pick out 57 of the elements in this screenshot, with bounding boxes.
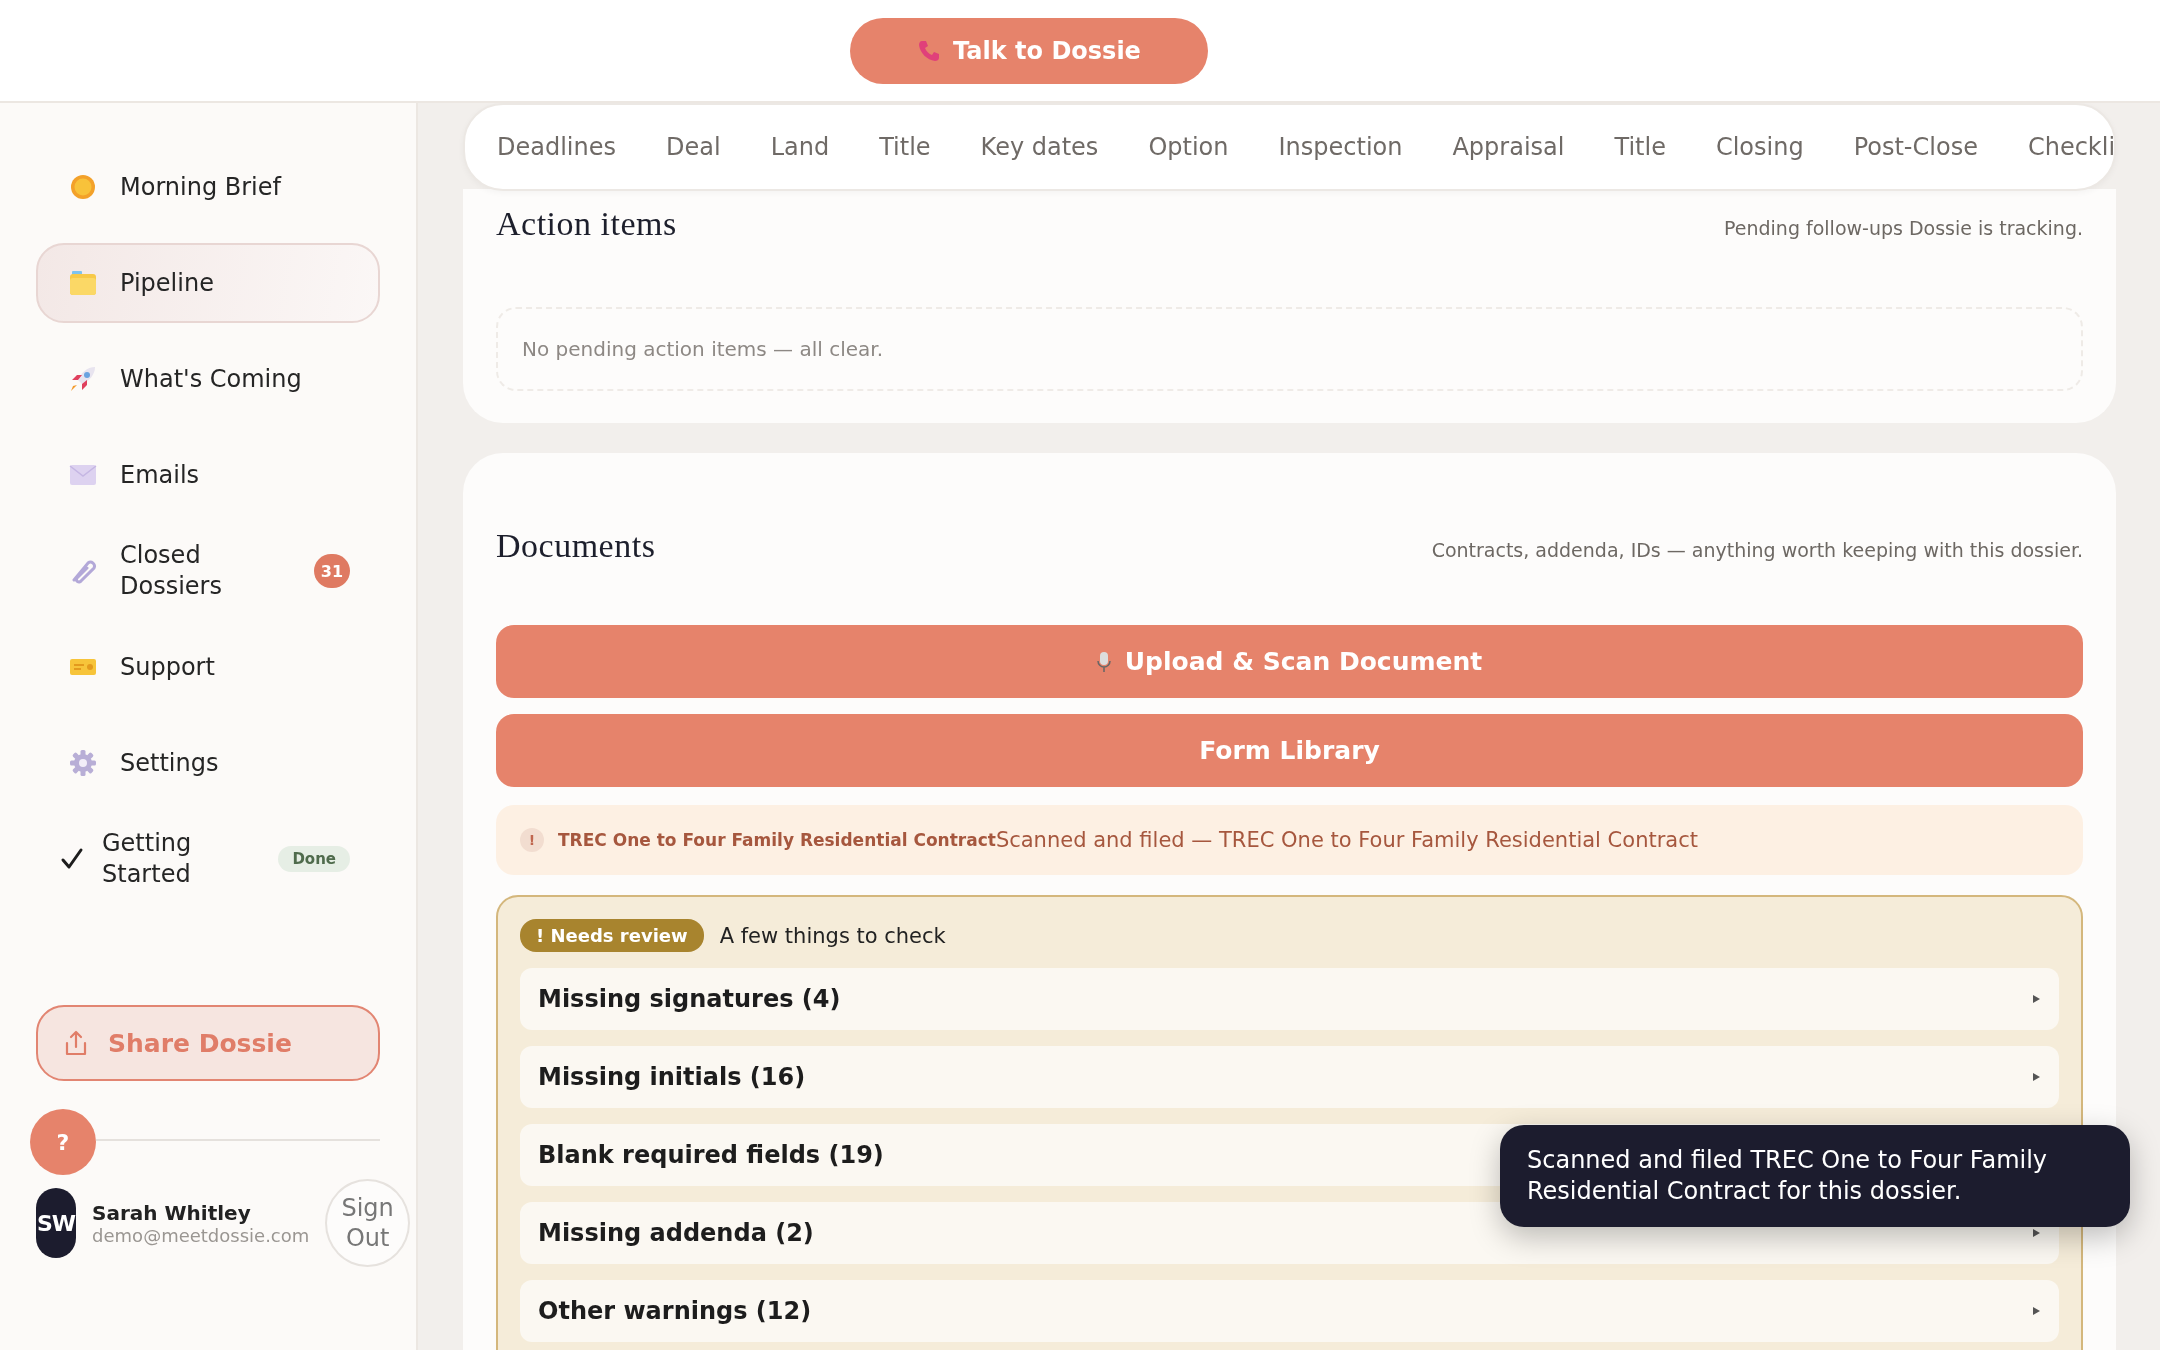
sun-icon [69,173,97,201]
document-name: TREC One to Four Family Residential Contract [558,830,996,850]
section-tab[interactable]: Deal [666,133,721,161]
section-subtitle: Pending follow-ups Dossie is tracking. [1724,217,2083,239]
notice-message: Scanned and filed — TREC One to Four Family Residential Contract [995,828,1698,852]
count-badge: 31 [314,554,350,588]
status-tag: Done [278,846,350,872]
section-tab[interactable]: Title [879,133,931,161]
section-title: Documents [496,527,656,565]
sign-out-button[interactable]: Sign Out [325,1179,410,1267]
review-row[interactable]: Missing signatures (4) [520,968,2059,1030]
alert-icon: ! [520,828,544,852]
section-tab[interactable]: Checkli [2027,133,2114,161]
review-title: A few things to check [719,923,946,948]
help-button[interactable]: ? [30,1109,96,1175]
form-library-button[interactable]: Form Library [496,714,2083,787]
caret-icon [2031,994,2041,1004]
user-name: Sarah Whitley [92,1200,252,1225]
upload-button[interactable]: Upload & Scan Document [496,625,2083,698]
sidebar-item[interactable]: Settings [36,723,380,803]
empty-message: No pending action items — all clear. [496,307,2083,391]
section-tab[interactable]: Closing [1715,133,1804,161]
phone-icon [917,38,942,63]
sidebar-item[interactable]: Morning Brief [36,147,380,227]
section-subtitle: Contracts, addenda, IDs — anything worth keeping with this dossier. [1431,539,2083,561]
checkmark-icon [60,847,84,871]
caret-icon [2031,1306,2041,1316]
caret-icon [2031,1072,2041,1082]
review-row[interactable]: Missing initials (16) [520,1046,2059,1108]
sidebar-item[interactable]: Support [36,627,380,707]
review-badge: ! Needs review [520,919,704,952]
share-icon [64,1030,88,1056]
microphone-icon [1096,650,1111,673]
user-avatar: SW [36,1188,77,1258]
talk-button[interactable]: Talk to Dossie [850,17,1208,84]
section-tab[interactable]: Appraisal [1452,133,1565,161]
section-tab[interactable]: Land [770,133,830,161]
sidebar-item[interactable]: Pipeline [36,243,380,323]
sidebar-item[interactable]: Getting Started Done [36,819,380,899]
scan-toast: Scanned and filed TREC One to Four Family Residential Contract for this dossier. [1500,1125,2130,1227]
section-tab[interactable]: Post-Close [1853,133,1978,161]
user-email: demo@meetdossie.com [92,1224,310,1246]
review-row[interactable]: Other warnings (12) [520,1280,2059,1342]
section-tab[interactable]: Key dates [980,133,1099,161]
section-title: Action items [496,205,677,243]
gear-icon [69,749,97,777]
rocket-icon [69,365,97,393]
folder-icon [69,270,97,296]
envelope-icon [69,464,97,486]
ticket-icon [69,657,97,677]
sidebar-item[interactable]: Closed Dossiers 31 [36,531,380,611]
section-tab[interactable]: Title [1614,133,1666,161]
sidebar-item[interactable]: What's Coming [36,339,380,419]
section-tab[interactable]: Deadlines [497,133,616,161]
sidebar-item[interactable]: Emails [36,435,380,515]
section-tab[interactable]: Option [1148,133,1229,161]
section-tab[interactable]: Inspection [1278,133,1403,161]
